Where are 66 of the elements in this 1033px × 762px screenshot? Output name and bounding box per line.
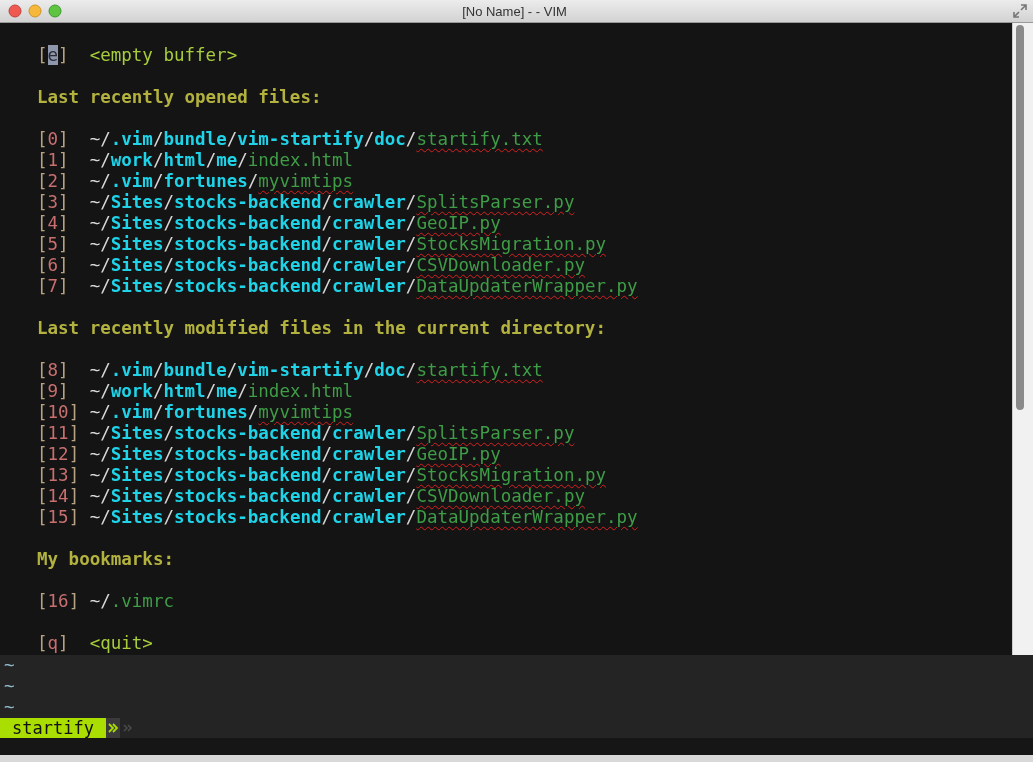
entry-index[interactable]: [13] <box>37 465 90 486</box>
file-name[interactable]: CSVDownloader.py <box>416 255 585 275</box>
file-name[interactable]: StocksMigration.py <box>416 465 607 485</box>
directory-path: ~/Sites/stocks-backend/crawler/ <box>89 507 417 527</box>
file-name[interactable]: CSVDownloader.py <box>416 486 585 506</box>
entry-index[interactable]: [7] <box>37 276 90 297</box>
directory-path: ~/Sites/stocks-backend/crawler/ <box>89 213 417 233</box>
file-name[interactable]: index.html <box>247 381 354 401</box>
entry-index[interactable]: [10] <box>37 402 90 423</box>
file-name[interactable]: startify.txt <box>416 129 543 149</box>
directory-path: ~/work/html/me/ <box>89 150 248 170</box>
entry-index[interactable]: [2] <box>37 171 90 192</box>
entry-index[interactable]: [12] <box>37 444 90 465</box>
window-title: [No Name] - - VIM <box>462 3 567 19</box>
entry-index[interactable]: [15] <box>37 507 90 528</box>
scrollbar[interactable] <box>1012 23 1033 655</box>
empty-line-tilde: ~ <box>3 676 16 697</box>
entry-index[interactable]: [5] <box>37 234 90 255</box>
directory-path: ~/Sites/stocks-backend/crawler/ <box>89 192 417 212</box>
file-name[interactable]: GeoIP.py <box>416 213 501 233</box>
mode-indicator: startify <box>0 718 106 738</box>
entry-index[interactable]: [6] <box>37 255 90 276</box>
section-heading: Last recently modified files in the current directory: <box>37 318 607 339</box>
file-name[interactable]: GeoIP.py <box>416 444 501 464</box>
entry-index[interactable]: [9] <box>37 381 90 402</box>
directory-path: ~/Sites/stocks-backend/crawler/ <box>89 276 417 296</box>
file-name[interactable]: startify.txt <box>416 360 543 380</box>
directory-path: ~/Sites/stocks-backend/crawler/ <box>89 423 417 443</box>
fullscreen-icon[interactable] <box>1013 4 1027 18</box>
entry-index[interactable]: [8] <box>37 360 90 381</box>
entry-index[interactable]: [0] <box>37 129 90 150</box>
empty-line-tilde: ~ <box>3 697 16 718</box>
directory-path: ~/Sites/stocks-backend/crawler/ <box>89 234 417 254</box>
directory-path: ~/Sites/stocks-backend/crawler/ <box>89 255 417 275</box>
directory-path: ~/work/html/me/ <box>89 381 248 401</box>
directory-path: ~/Sites/stocks-backend/crawler/ <box>89 465 417 485</box>
file-name[interactable]: myvimtips <box>258 402 354 422</box>
empty-line-tilde: ~ <box>3 655 16 676</box>
directory-path: ~/Sites/stocks-backend/crawler/ <box>89 486 417 506</box>
entry-index[interactable]: [3] <box>37 192 90 213</box>
directory-path: ~/ <box>89 591 111 611</box>
file-name[interactable]: myvimtips <box>258 171 354 191</box>
file-name[interactable]: DataUpdaterWrapper.py <box>416 507 638 527</box>
file-name[interactable]: DataUpdaterWrapper.py <box>416 276 638 296</box>
file-name[interactable]: SplitsParser.py <box>416 423 575 443</box>
file-name[interactable]: SplitsParser.py <box>416 192 575 212</box>
section-heading: My bookmarks: <box>37 549 175 570</box>
entry-index[interactable]: [16] <box>37 591 90 612</box>
file-name[interactable]: StocksMigration.py <box>416 234 607 254</box>
entry-index[interactable]: [4] <box>37 213 90 234</box>
entry-index[interactable]: [11] <box>37 423 90 444</box>
entry-index[interactable]: [1] <box>37 150 90 171</box>
file-name[interactable]: .vimrc <box>110 591 174 611</box>
file-name[interactable]: index.html <box>247 150 354 170</box>
directory-path: ~/.vim/fortunes/ <box>89 402 259 422</box>
scrollbar-thumb[interactable] <box>1016 25 1024 410</box>
directory-path: ~/.vim/bundle/vim-startify/doc/ <box>89 360 417 380</box>
section-heading: Last recently opened files: <box>37 87 323 108</box>
entry-index[interactable]: [e] <box>37 45 90 66</box>
entry-index[interactable]: [14] <box>37 486 90 507</box>
entry-label[interactable]: <empty buffer> <box>89 45 238 65</box>
directory-path: ~/.vim/fortunes/ <box>89 171 259 191</box>
directory-path: ~/.vim/bundle/vim-startify/doc/ <box>89 129 417 149</box>
directory-path: ~/Sites/stocks-backend/crawler/ <box>89 444 417 464</box>
entry-label[interactable]: <quit> <box>89 633 153 653</box>
entry-index[interactable]: [q] <box>37 633 90 654</box>
